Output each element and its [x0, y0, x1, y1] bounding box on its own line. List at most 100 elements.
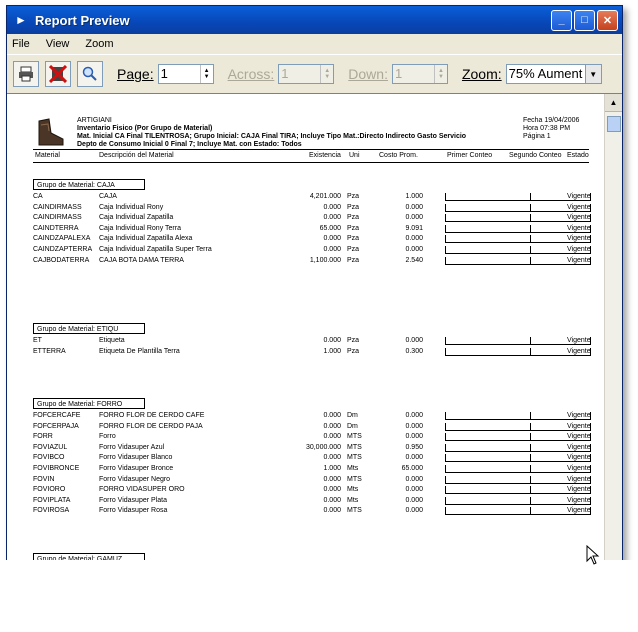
estado-value: Vigente	[567, 224, 591, 232]
material-code: FOVIBRONCE	[33, 465, 80, 472]
unidad-value: MTS	[347, 433, 362, 441]
unidad-value: Pza	[347, 337, 360, 344]
material-description: FORRO FLOR DE CERDO CAFE	[99, 412, 205, 419]
material-description: Caja Individual Rony	[99, 203, 164, 211]
zoom-select[interactable]: 75% Aument ▼	[505, 64, 602, 84]
menu-view[interactable]: View	[46, 38, 70, 50]
close-preview-button[interactable]	[45, 61, 71, 87]
estado-value: Vigente	[567, 465, 591, 472]
estado-value: Vigente	[567, 475, 591, 483]
primer-conteo-field	[445, 433, 531, 442]
col-primer-conteo: Primer Conteo	[447, 152, 493, 159]
down-spinner[interactable]: 1 ▲ ▼	[391, 64, 448, 84]
estado-value: Vigente	[567, 347, 591, 355]
primer-conteo-field	[445, 246, 531, 254]
table-row: CAINDIRMASS Caja Individual Zapatilla 0.00…	[33, 213, 591, 223]
menu-bar: File View Zoom	[7, 34, 622, 54]
table-row: FOFCERPAJA FORRO FLOR DE CERDO PAJA 0.000 D…	[33, 422, 591, 432]
existencia-value: 1.000	[323, 465, 341, 472]
zoom-label: Zoom:	[461, 66, 502, 82]
unidad-value: Dm	[347, 412, 358, 419]
primer-conteo-field	[445, 486, 531, 495]
costo-value: 1.000	[405, 193, 423, 200]
close-button[interactable]: ✕	[597, 9, 618, 31]
close-report-icon	[49, 65, 67, 83]
col-descripcion: Descripción del Material	[99, 152, 174, 159]
material-code: FOVIN	[33, 475, 55, 483]
material-code: FOFCERCAFE	[33, 412, 81, 419]
unidad-value: Dm	[347, 422, 358, 430]
unidad-value: Pza	[347, 256, 360, 264]
existencia-value: 0.000	[323, 246, 341, 253]
printer-icon	[19, 66, 33, 82]
estado-value: Vigente	[567, 203, 591, 211]
material-description: Caja Individual Rony Terra	[99, 224, 181, 232]
existencia-value: 0.000	[323, 496, 341, 504]
report-title: Inventario Fisico (Por Grupo de Material…	[77, 125, 213, 132]
across-spinner[interactable]: 1 ▲ ▼	[278, 64, 335, 84]
material-description: Caja Individual Zapatilla Super Terra	[99, 246, 212, 253]
menu-zoom[interactable]: Zoom	[85, 38, 113, 50]
primer-conteo-field	[445, 507, 531, 516]
report-filter-2: Depto de Consumo Inicial 0 Final 7; Incl…	[77, 141, 302, 148]
material-code: FOFCERPAJA	[33, 422, 79, 430]
existencia-value: 0.000	[323, 337, 341, 344]
minimize-button[interactable]: _	[551, 9, 572, 31]
estado-value: Vigente	[567, 193, 591, 200]
unidad-value: Mts	[347, 465, 359, 472]
costo-value: 0.000	[405, 203, 423, 211]
table-row: FORR Forro 0.000 MTS 0.000 Vigente	[33, 432, 591, 442]
unidad-value: MTS	[347, 443, 362, 451]
primer-conteo-field	[445, 193, 531, 201]
material-code: ET	[33, 337, 42, 344]
unidad-value: Mts	[347, 486, 359, 494]
vertical-scrollbar[interactable]: ▲	[604, 94, 622, 606]
unidad-value: Pza	[347, 224, 360, 232]
costo-value: 65.000	[401, 465, 423, 472]
scroll-up-arrow-icon[interactable]: ▲	[605, 94, 622, 112]
primer-conteo-field	[445, 465, 531, 473]
magnifier-icon	[82, 66, 97, 81]
down-value[interactable]: 1	[393, 65, 434, 83]
menu-file[interactable]: File	[12, 38, 30, 50]
maximize-button[interactable]: □	[574, 9, 595, 31]
primer-conteo-field	[445, 475, 531, 484]
mouse-cursor-icon	[586, 545, 600, 565]
estado-value: Vigente	[567, 337, 591, 344]
estado-value: Vigente	[567, 433, 591, 441]
estado-value: Vigente	[567, 214, 591, 222]
costo-value: 0.300	[405, 347, 423, 355]
zoom-button[interactable]	[77, 61, 103, 87]
across-value[interactable]: 1	[279, 65, 320, 83]
report-page-number: Página 1	[523, 133, 551, 140]
existencia-value: 0.000	[323, 475, 341, 483]
estado-value: Vigente	[567, 422, 591, 430]
existencia-value: 0.000	[323, 235, 341, 243]
zoom-value[interactable]: 75% Aument	[507, 65, 585, 83]
material-description: FORRO VIDASUPER ORO	[99, 486, 185, 494]
existencia-value: 0.000	[323, 454, 341, 462]
spinner-arrows-icon[interactable]: ▲ ▼	[199, 65, 213, 83]
report-filter-1: Mat. Inicial CA Final TILENTROSA; Grupo …	[77, 133, 467, 140]
unidad-value: MTS	[347, 475, 362, 483]
costo-value: 0.000	[405, 412, 423, 419]
material-description: Etiqueta De Plantilla Terra	[99, 347, 180, 355]
page-spinner[interactable]: 1 ▲ ▼	[157, 64, 214, 84]
print-button[interactable]	[13, 61, 39, 87]
table-row: FOVIAZUL Forro Vidasuper Azul 30,000.000 MT…	[33, 443, 591, 453]
across-label: Across:	[227, 66, 275, 82]
column-header: Material Descripción del Material Existe…	[33, 149, 589, 163]
spinner-arrows-icon[interactable]: ▲ ▼	[433, 65, 447, 83]
title-bar[interactable]: ► Report Preview _ □ ✕	[7, 6, 622, 34]
costo-value: 0.000	[405, 246, 423, 253]
material-description: Forro Vidasuper Blanco	[99, 454, 173, 462]
report-preview-area[interactable]: ARTIGIANI Inventario Fisico (Por Grupo d…	[7, 93, 622, 606]
table-row: ET Etiqueta 0.000 Pza 0.000 Vigente	[33, 336, 591, 346]
spinner-arrows-icon[interactable]: ▲ ▼	[320, 65, 333, 83]
primer-conteo-field	[445, 496, 531, 505]
page-value[interactable]: 1	[159, 65, 200, 83]
costo-value: 9.091	[405, 224, 423, 232]
scroll-thumb[interactable]	[607, 116, 621, 132]
unidad-value: MTS	[347, 454, 362, 462]
chevron-down-icon[interactable]: ▼	[584, 65, 601, 83]
